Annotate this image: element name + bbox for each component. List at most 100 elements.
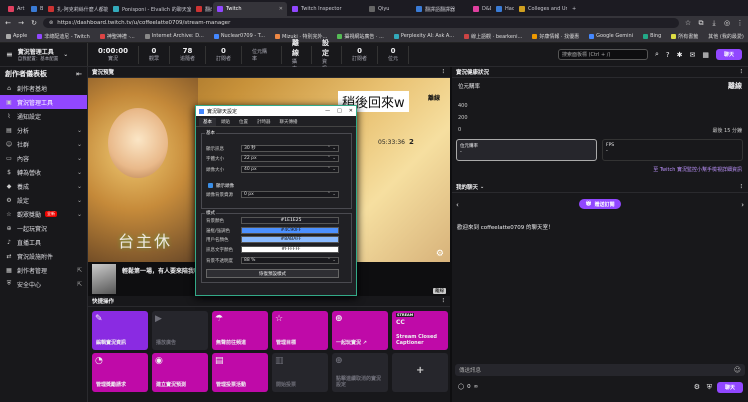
search-icon[interactable]: ⌕ xyxy=(655,50,659,59)
bookmark-item[interactable]: Nuclear0709 - T... xyxy=(213,33,265,39)
bookmark-item[interactable]: Bing xyxy=(643,33,661,39)
send-chat-button[interactable]: 聊天 xyxy=(717,382,743,393)
grid-icon[interactable]: ▦ xyxy=(702,51,709,59)
dialog-tab[interactable]: 頭貼 xyxy=(217,118,234,126)
sidebar-item[interactable]: ▤ 分析 ⌄ xyxy=(0,123,87,137)
emote-icon[interactable]: ☺ xyxy=(734,366,741,374)
reload-icon[interactable]: ↻ xyxy=(30,19,38,27)
site-info-icon[interactable]: ⊜ xyxy=(49,20,53,26)
dialog-tab[interactable]: 計時器 xyxy=(253,118,275,126)
opacity-spinner[interactable]: 88 % ⌃ ⌄ xyxy=(241,257,339,264)
spinner-arrows-icon[interactable]: ⌃ ⌄ xyxy=(327,156,336,162)
help-icon[interactable]: ? xyxy=(666,51,670,59)
bookmark-item[interactable]: Google Gemini xyxy=(589,33,633,39)
chat-input[interactable]: 傳送訊息 ☺ xyxy=(455,364,745,376)
chat-top-button[interactable]: 聊天 xyxy=(716,49,742,60)
quick-action-tile[interactable]: ☆ 管理目標 xyxy=(272,311,328,350)
browser-tab[interactable]: 翻成 xyxy=(192,2,212,16)
points-icon[interactable]: ◯ xyxy=(458,384,464,390)
quick-action-tile[interactable]: STREAM CC Stream Closed Captioner xyxy=(392,311,448,350)
color-picker-button[interactable]: #FFFFFF xyxy=(241,245,339,253)
bookmark-item[interactable]: 神聖神禮 ·... xyxy=(99,33,135,40)
browser-tab[interactable]: 扎-阿克莉絲什麼人都能不-二次元 xyxy=(44,2,108,16)
setting-spinner[interactable]: 30 秒 ⌃ ⌄ xyxy=(241,145,339,152)
inspector-link[interactable]: 至 Twitch 實況監控小幫手檢視詳細資訊 xyxy=(653,166,742,173)
quick-action-tile[interactable]: ◉ 建立實況預測 xyxy=(152,353,208,392)
collapse-icon[interactable]: ⇤ xyxy=(76,70,82,78)
dashboard-search[interactable]: 搜索面板標 (Ctrl + /) xyxy=(557,49,648,60)
spinner-arrows-icon[interactable]: ⌃ ⌄ xyxy=(327,167,336,173)
sidebar-item[interactable]: ⌇ 通知設定 xyxy=(0,109,87,123)
bookmark-item[interactable]: 所有書籤 xyxy=(671,33,698,40)
browser-tab[interactable]: Hack xyxy=(492,2,514,16)
chevron-right-icon[interactable]: › xyxy=(741,201,744,209)
dialog-tab[interactable]: 位置 xyxy=(235,118,252,126)
sidebar-item[interactable]: ◆ 養成 ⌄ xyxy=(0,179,87,193)
maximize-icon[interactable]: □ xyxy=(337,108,342,114)
browser-tab[interactable]: 翻譯語翻譯器 xyxy=(412,2,468,16)
sidebar-item[interactable]: ▣ 實況管理工具 xyxy=(0,95,87,109)
forward-icon[interactable]: → xyxy=(17,19,25,27)
browser-tab[interactable]: D&D xyxy=(469,2,491,16)
sidebar-item[interactable]: ♪ 直播工具 xyxy=(0,235,87,249)
extension-icon[interactable]: ⧉ xyxy=(697,19,705,28)
browser-tab[interactable]: Colleges and Univers xyxy=(515,2,567,16)
bookmark-item[interactable]: Internet Archive: D... xyxy=(144,33,204,39)
bitrate-box[interactable]: 位元購率 - xyxy=(456,139,597,161)
shield-icon[interactable]: ⛨ xyxy=(707,383,712,392)
hamburger-icon[interactable]: ≡ xyxy=(6,50,13,59)
color-picker-button[interactable]: #8ABAFF xyxy=(241,236,339,243)
setting-spinner[interactable]: 0 px ⌃ ⌄ xyxy=(241,191,339,198)
close-icon[interactable]: ✕ xyxy=(349,108,353,114)
bookmark-item[interactable]: Apple xyxy=(6,33,27,39)
notifications-icon[interactable]: ✱ xyxy=(677,51,683,59)
sidebar-item[interactable]: ▦ 創作者管理 ⇱ xyxy=(0,263,87,277)
browser-tab[interactable]: Art xyxy=(4,2,26,16)
bookmarks-profile-label[interactable]: 其他 (我的最愛) xyxy=(708,33,744,40)
sidebar-item[interactable]: $ 轉為營收 ⌄ xyxy=(0,165,87,179)
color-picker-button[interactable]: #4C90FF xyxy=(241,226,339,234)
reset-style-button[interactable]: 恢復預設樣式 xyxy=(206,269,339,278)
bookmark-item[interactable]: Perplexity AI: Ask A... xyxy=(393,33,454,39)
sidebar-item[interactable]: ⚙ 設定 ⌄ xyxy=(0,193,87,207)
back-icon[interactable]: ← xyxy=(4,19,12,27)
settings-stat[interactable]: 設定 資訊 xyxy=(312,39,342,72)
bookmark-item[interactable]: 非總配迪尼 - Twitch xyxy=(37,33,90,40)
quick-action-tile[interactable]: ◔ 管理獎勵請求 xyxy=(92,353,148,392)
bookmark-item[interactable]: 線上語觀 · bearkeni... xyxy=(464,33,522,40)
quick-action-tile[interactable]: ▤ 管理投票活動 xyxy=(212,353,268,392)
settings-gear-icon[interactable]: ⚙ xyxy=(436,249,444,259)
more-icon[interactable]: ⋮ xyxy=(441,69,447,75)
download-icon[interactable]: ⤓ xyxy=(710,19,718,28)
quick-action-tile[interactable]: + xyxy=(392,353,448,392)
sidebar-item[interactable]: ☺ 社群 ⌄ xyxy=(0,137,87,151)
bookmark-item[interactable]: 攝視網站廣告 · ... xyxy=(337,33,384,40)
chat-settings-icon[interactable]: ⚙ xyxy=(694,383,700,391)
minimize-icon[interactable]: — xyxy=(325,108,330,114)
more-icon[interactable]: ⋮ xyxy=(739,184,745,190)
quick-action-tile[interactable]: ⊕ 一起玩實況 ↗ xyxy=(332,311,388,350)
color-picker-button[interactable]: #1E1E25 xyxy=(241,217,339,224)
chevron-down-icon[interactable]: ⌄ xyxy=(63,51,68,58)
browser-tab[interactable]: Bilibili xyxy=(27,2,43,16)
dialog-tab[interactable]: 基本 xyxy=(199,118,216,126)
show-avatar-checkbox[interactable] xyxy=(208,183,213,188)
sidebar-item[interactable]: ⌂ 創作者基地 xyxy=(0,81,87,95)
spinner-arrows-icon[interactable]: ⌃ ⌄ xyxy=(327,258,336,264)
menu-icon[interactable]: ⋮ xyxy=(736,19,744,27)
gift-sub-button[interactable]: 🎁︎ 贈送訂閱 xyxy=(579,199,621,209)
spinner-arrows-icon[interactable]: ⌃ ⌄ xyxy=(327,192,336,198)
star-icon[interactable]: ☆ xyxy=(684,19,692,27)
dialog-tab[interactable]: 聊天傳播 xyxy=(276,118,302,126)
sidebar-item[interactable]: ⊕ 一起玩實況 xyxy=(0,221,87,235)
chevron-left-icon[interactable]: ‹ xyxy=(456,201,459,209)
setting-spinner[interactable]: 40 px ⌃ ⌄ xyxy=(241,166,339,173)
sidebar-item[interactable]: ▭ 內容 ⌄ xyxy=(0,151,87,165)
sidebar-item[interactable]: ☆ 觀眾獎勵 全新 ⌄ xyxy=(0,207,87,221)
sidebar-item[interactable]: ⇄ 實況設施附件 xyxy=(0,249,87,263)
profile-icon[interactable]: ◎ xyxy=(723,19,731,27)
browser-tab[interactable]: Qiyu xyxy=(365,2,411,16)
quick-action-tile[interactable]: ✎ 編輯實況資訊 xyxy=(92,311,148,350)
mail-icon[interactable]: ✉ xyxy=(690,51,696,59)
bookmark-item[interactable]: 好康情報 · 找優惠 xyxy=(532,33,579,40)
